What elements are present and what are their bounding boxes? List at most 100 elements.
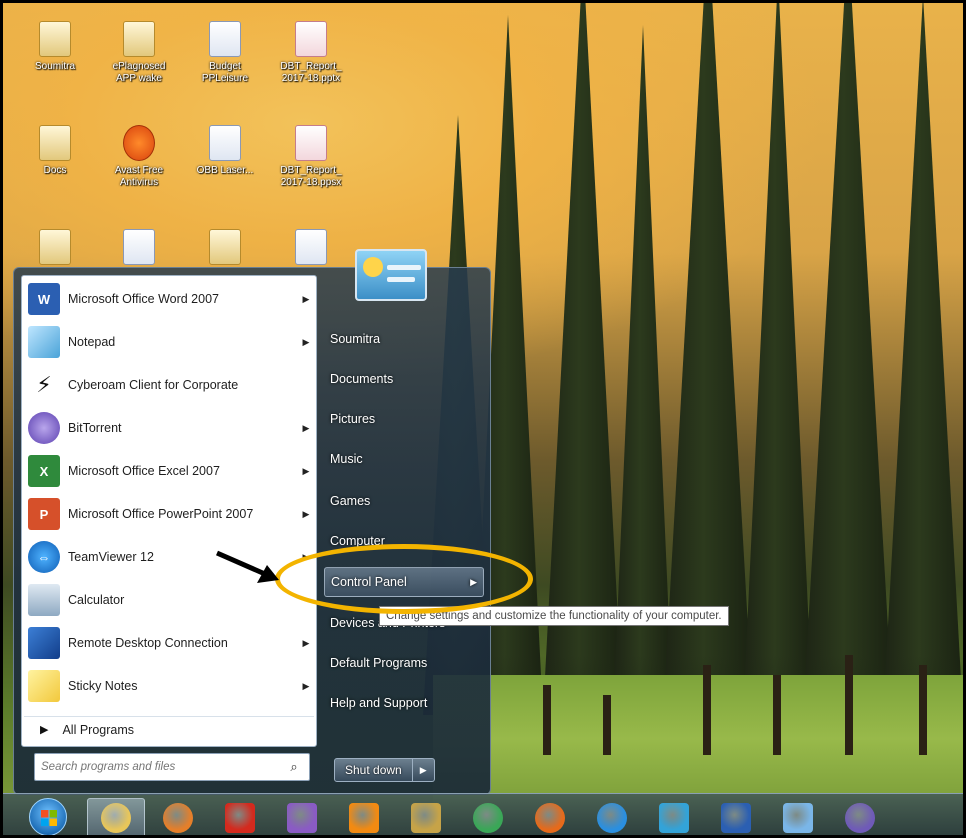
program-item-sticky-notes[interactable]: Sticky Notes ▶ — [24, 667, 314, 705]
desktop-icon[interactable] — [107, 229, 171, 269]
program-label: Microsoft Office Excel 2007 — [68, 464, 220, 478]
submenu-arrow-icon[interactable]: ▶ — [298, 337, 314, 348]
search-input[interactable] — [41, 755, 283, 779]
desktop-icon[interactable]: Docs — [23, 125, 87, 177]
place-item-user[interactable]: Soumitra — [324, 324, 484, 354]
place-item-documents[interactable]: Documents — [324, 364, 484, 394]
all-programs-button[interactable]: ▶ All Programs — [24, 716, 314, 742]
document-icon — [209, 125, 241, 161]
desktop-icon-label: Soumitra — [34, 61, 75, 72]
taskbar-button[interactable] — [149, 798, 207, 835]
messenger-icon — [659, 803, 689, 833]
taskbar-button[interactable] — [273, 798, 331, 835]
submenu-arrow-icon[interactable]: ▶ — [298, 638, 314, 649]
program-item-notepad[interactable]: Notepad ▶ — [24, 323, 314, 361]
place-label: Soumitra — [330, 332, 381, 346]
start-menu-programs-pane: W Microsoft Office Word 2007 ▶ Notepad ▶… — [21, 275, 317, 747]
place-label: Pictures — [330, 412, 376, 426]
submenu-arrow-icon[interactable]: ▶ — [298, 466, 314, 477]
bittorrent-icon — [28, 412, 60, 444]
program-item-bittorrent[interactable]: BitTorrent ▶ — [24, 409, 314, 447]
desktop-icon[interactable] — [23, 229, 87, 269]
taskbar-button[interactable] — [87, 798, 145, 835]
desktop-icon-label: ePlagnosed APP wake — [112, 61, 166, 84]
taskbar-button[interactable] — [707, 798, 765, 835]
desktop-icon[interactable]: DBT_Report_ 2017-18.ppsx — [279, 125, 343, 189]
taskbar-button[interactable] — [397, 798, 455, 835]
taskbar-button[interactable] — [583, 798, 641, 835]
folder-icon — [123, 21, 155, 57]
word-icon — [721, 803, 751, 833]
place-label: Games — [330, 494, 371, 508]
powerpoint-icon: P — [28, 498, 60, 530]
shutdown-options-arrow-icon[interactable]: ▶ — [412, 758, 435, 782]
program-item-remote-desktop[interactable]: Remote Desktop Connection ▶ — [24, 624, 314, 662]
search-box[interactable]: ⌕ — [34, 753, 310, 781]
place-label: Documents — [330, 372, 394, 386]
desktop-icon[interactable]: DBT_Report_ 2017-18.pptx — [279, 21, 343, 85]
place-item-music[interactable]: Music — [324, 444, 484, 474]
user-picture[interactable] — [355, 249, 427, 301]
taskbar-button[interactable] — [335, 798, 393, 835]
desktop-icon[interactable]: Soumitra — [23, 21, 87, 73]
program-item-calculator[interactable]: Calculator — [24, 581, 314, 619]
place-item-games[interactable]: Games — [324, 486, 484, 516]
shutdown-button[interactable]: Shut down — [334, 758, 413, 782]
start-menu-places-pane: Soumitra Documents Pictures Music Games … — [320, 268, 490, 796]
desktop-icon[interactable] — [193, 229, 257, 269]
calculator-icon — [28, 584, 60, 616]
taskbar-button[interactable] — [459, 798, 517, 835]
desktop-icon[interactable]: Budget PPLeisure — [193, 21, 257, 85]
desktop-icon[interactable]: OBB Laser... — [193, 125, 257, 177]
folder-icon — [39, 21, 71, 57]
avast-icon — [123, 125, 155, 161]
all-programs-label: All Programs — [62, 722, 135, 737]
desktop-icon-label: DBT_Report_ 2017-18.ppsx — [280, 165, 342, 188]
desktop-icon-label: Budget PPLeisure — [201, 61, 249, 84]
document-icon — [123, 229, 155, 265]
program-item-powerpoint[interactable]: P Microsoft Office PowerPoint 2007 ▶ — [24, 495, 314, 533]
program-item-excel[interactable]: X Microsoft Office Excel 2007 ▶ — [24, 452, 314, 490]
submenu-arrow-icon[interactable]: ▶ — [298, 509, 314, 520]
presentation-icon — [295, 125, 327, 161]
place-label: Default Programs — [330, 656, 428, 670]
tool-icon — [411, 803, 441, 833]
place-label: Music — [330, 452, 363, 466]
taskbar-button[interactable] — [831, 798, 889, 835]
submenu-arrow-icon[interactable]: ▶ — [298, 423, 314, 434]
place-item-help-support[interactable]: Help and Support — [324, 688, 484, 718]
presentation-icon — [295, 21, 327, 57]
desktop-icon[interactable]: ePlagnosed APP wake — [107, 21, 171, 85]
start-button[interactable] — [29, 798, 67, 835]
program-label: Microsoft Office Word 2007 — [68, 292, 219, 306]
submenu-arrow-icon[interactable]: ▶ — [298, 294, 314, 305]
remote-desktop-icon — [28, 627, 60, 659]
taskbar-button[interactable] — [521, 798, 579, 835]
desktop-icon-label: Avast Free Antivirus — [114, 165, 164, 188]
desktop-icon[interactable]: Avast Free Antivirus — [107, 125, 171, 189]
desktop-icon[interactable] — [279, 229, 343, 269]
place-item-pictures[interactable]: Pictures — [324, 404, 484, 434]
program-label: BitTorrent — [68, 421, 122, 435]
internet-explorer-icon — [597, 803, 627, 833]
program-label: Cyberoam Client for Corporate — [68, 378, 239, 392]
taskbar-button[interactable] — [211, 798, 269, 835]
bittorrent-icon — [845, 803, 875, 833]
program-item-cyberoam[interactable]: ⚡ Cyberoam Client for Corporate — [24, 366, 314, 404]
windows-logo-icon — [41, 810, 57, 826]
program-label: Sticky Notes — [68, 679, 138, 693]
place-item-default-programs[interactable]: Default Programs — [324, 648, 484, 678]
annotation-arrow-icon — [215, 550, 279, 583]
visual-studio-icon — [287, 803, 317, 833]
desktop-icon-label: DBT_Report_ 2017-18.pptx — [280, 61, 342, 84]
submenu-arrow-icon[interactable]: ▶ — [298, 681, 314, 692]
program-item-word[interactable]: W Microsoft Office Word 2007 ▶ — [24, 280, 314, 318]
taskbar-button[interactable] — [769, 798, 827, 835]
desktop-icon-label: OBB Laser... — [196, 165, 254, 176]
taskbar-button[interactable] — [645, 798, 703, 835]
search-icon[interactable]: ⌕ — [283, 756, 305, 778]
cyberoam-icon: ⚡ — [28, 369, 60, 401]
sticky-notes-icon — [28, 670, 60, 702]
program-label: Notepad — [68, 335, 116, 349]
folder-icon — [39, 229, 71, 265]
